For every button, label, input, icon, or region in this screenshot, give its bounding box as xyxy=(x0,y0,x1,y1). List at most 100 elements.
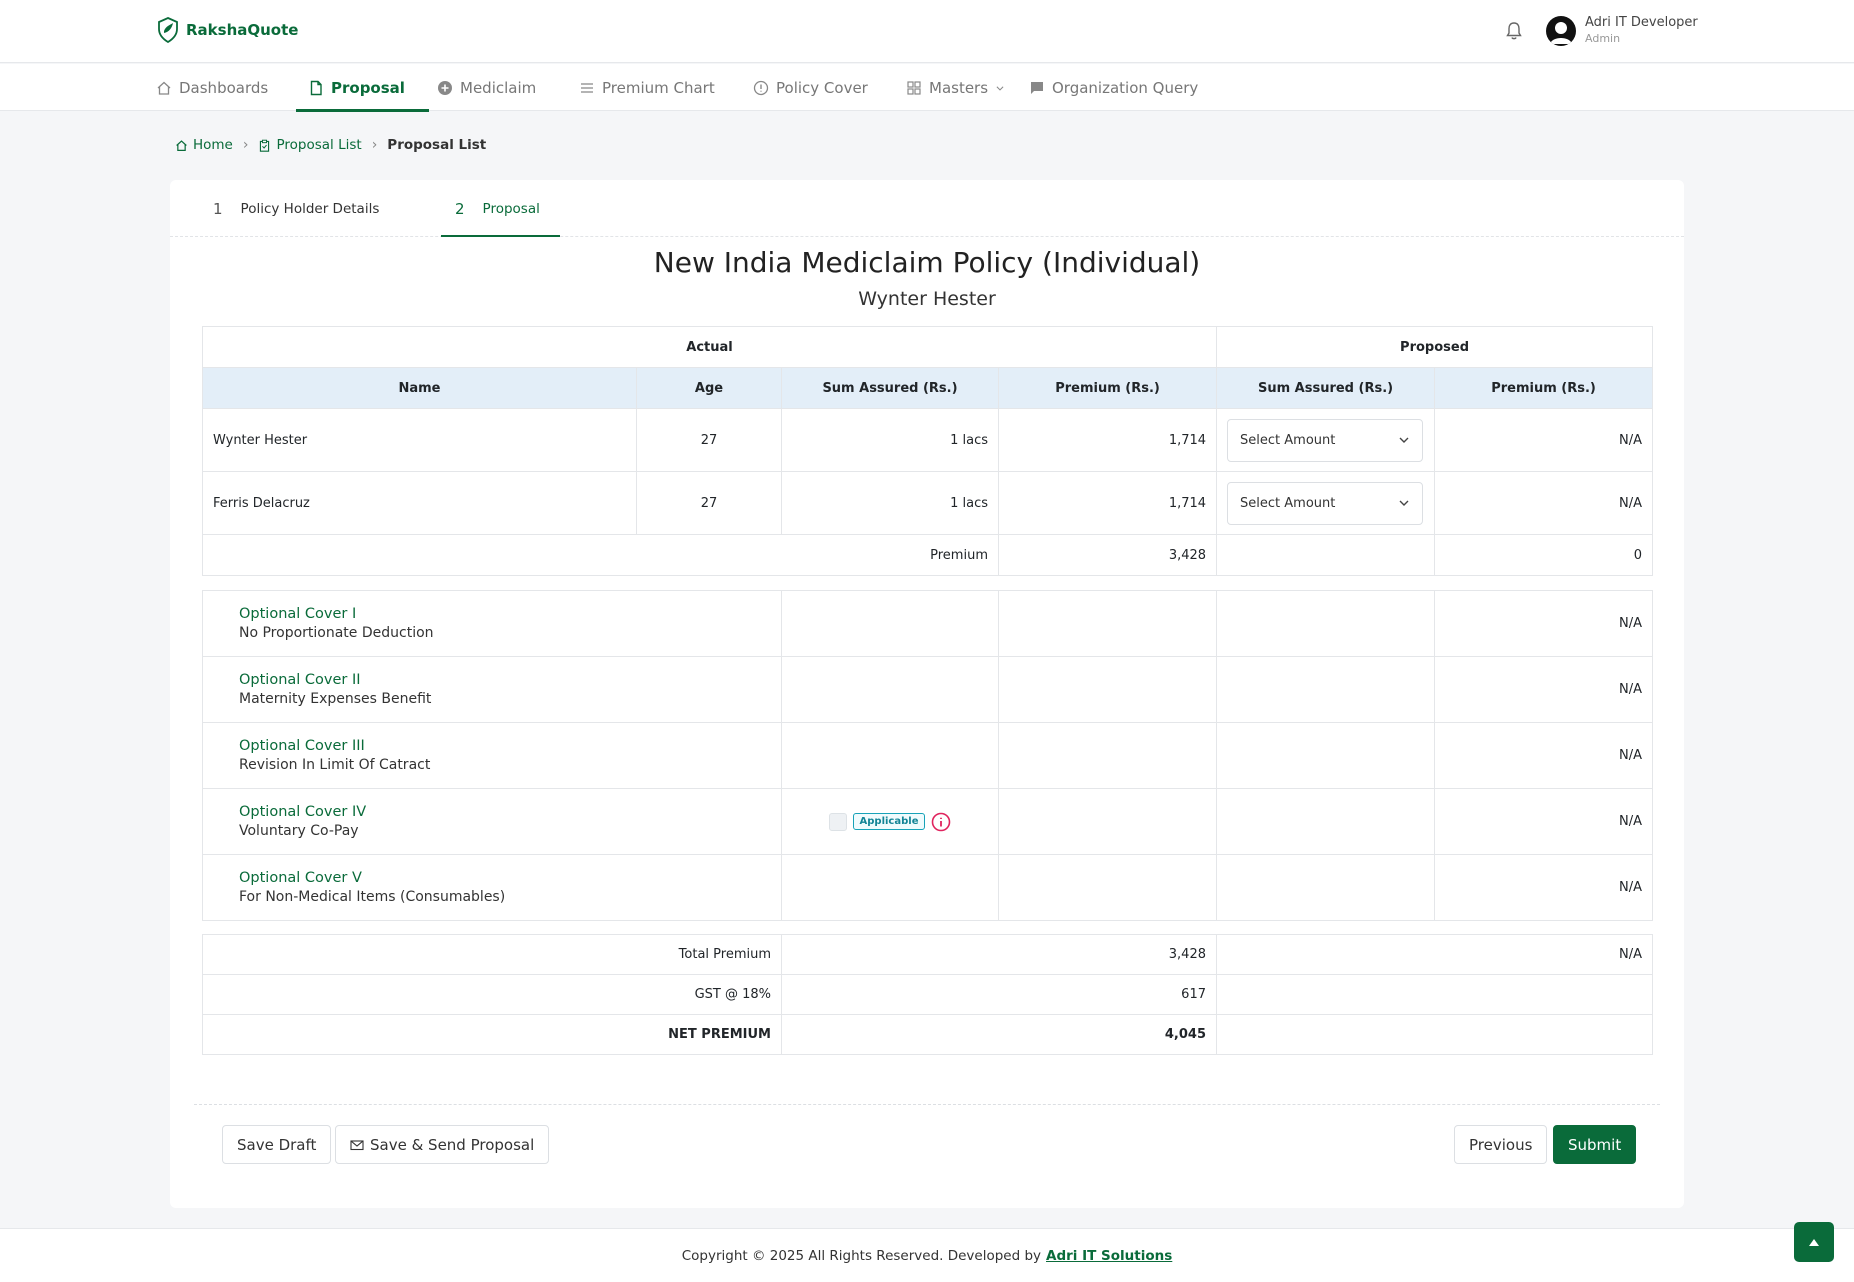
cell-proposed-premium: N/A xyxy=(1434,408,1654,472)
chevron-right-icon: › xyxy=(371,137,378,153)
info-icon[interactable] xyxy=(931,812,951,832)
group-header-proposed: Proposed xyxy=(1216,326,1654,368)
nav-premium-chart[interactable]: Premium Chart xyxy=(579,64,715,111)
cell-age: 27 xyxy=(636,408,782,472)
gst-label: GST @ 18% xyxy=(202,974,782,1015)
cell-premium: 1,714 xyxy=(997,408,1218,472)
cover-name: Optional Cover I xyxy=(239,606,357,622)
cover-value: N/A xyxy=(1434,590,1653,657)
applicable-badge: Applicable xyxy=(852,813,926,830)
total-premium-label: Total Premium xyxy=(202,934,782,975)
nav-proposal[interactable]: Proposal xyxy=(296,64,429,112)
premium-summary-row: Premium 3,428 0 xyxy=(202,534,1654,576)
nav-policy-cover[interactable]: Policy Cover xyxy=(753,64,868,111)
developer-link[interactable]: Adri IT Solutions xyxy=(1046,1248,1172,1264)
nav-masters[interactable]: Masters xyxy=(906,64,1005,111)
cover-row: Optional Cover V For Non-Medical Items (… xyxy=(202,854,1653,921)
group-header-actual: Actual xyxy=(201,326,1218,368)
menu-lines-icon xyxy=(581,82,593,93)
nav-dashboards[interactable]: Dashboards xyxy=(156,64,268,111)
totals-table: Total Premium 3,428 N/A GST @ 18% 617 NE… xyxy=(202,934,1653,1055)
plus-circle-icon xyxy=(438,80,452,95)
main-nav: Dashboards Proposal Mediclaim Premium Ch… xyxy=(0,64,1854,112)
cell-name: Ferris Delacruz xyxy=(202,471,637,535)
chevron-right-icon: › xyxy=(242,137,249,153)
column-header-age: Age xyxy=(636,367,782,409)
cover-row: Optional Cover II Maternity Expenses Ben… xyxy=(202,656,1653,723)
divider xyxy=(194,1104,1660,1105)
user-role: Admin xyxy=(1585,32,1621,45)
alert-circle-icon xyxy=(753,80,769,95)
cover-description: Maternity Expenses Benefit xyxy=(239,691,432,707)
column-header-sum-assured: Sum Assured (Rs.) xyxy=(781,367,999,409)
cell-proposed-premium: N/A xyxy=(1434,471,1654,535)
gst-actual: 617 xyxy=(781,974,1217,1015)
column-header-proposed-sum-assured: Sum Assured (Rs.) xyxy=(1216,367,1436,409)
breadcrumb-home[interactable]: Home xyxy=(175,137,233,153)
proposal-card: 1 Policy Holder Details 2 Proposal New I… xyxy=(170,180,1684,1208)
chat-icon xyxy=(1031,81,1043,94)
applicable-checkbox[interactable] xyxy=(828,812,847,831)
optional-covers-table: Optional Cover I No Proportionate Deduct… xyxy=(202,590,1653,921)
home-icon xyxy=(157,81,171,95)
chevron-down-icon xyxy=(996,85,1004,91)
nav-organization-query[interactable]: Organization Query xyxy=(1029,64,1198,111)
total-premium-actual: 3,428 xyxy=(781,934,1217,975)
shield-leaf-icon xyxy=(158,17,178,43)
select-amount-dropdown[interactable]: Select Amount xyxy=(1227,418,1424,462)
cover-name: Optional Cover IV xyxy=(239,804,367,820)
breadcrumb: Home › Proposal List › Proposal List xyxy=(175,137,486,153)
step-policy-holder-details[interactable]: 1 Policy Holder Details xyxy=(213,180,379,237)
nav-mediclaim[interactable]: Mediclaim xyxy=(437,64,536,111)
copyright-text: Copyright © 2025 All Rights Reserved. De… xyxy=(681,1247,1042,1264)
table-row: Ferris Delacruz 27 1 lacs 1,714 Select A… xyxy=(202,471,1654,535)
submit-button[interactable]: Submit xyxy=(1553,1125,1637,1164)
cell-age: 27 xyxy=(636,471,782,535)
user-name[interactable]: Adri IT Developer xyxy=(1585,15,1698,30)
stepper: 1 Policy Holder Details 2 Proposal xyxy=(170,180,1684,237)
premium-proposed: 0 xyxy=(1434,534,1654,576)
cover-name: Optional Cover III xyxy=(239,738,365,754)
chevron-down-icon xyxy=(1399,437,1409,443)
cover-description: Voluntary Co-Pay xyxy=(239,823,359,839)
cover-value: N/A xyxy=(1434,722,1653,789)
chevron-down-icon xyxy=(1399,500,1409,506)
bell-icon[interactable] xyxy=(1504,21,1524,41)
user-icon xyxy=(1550,22,1572,44)
cover-value: N/A xyxy=(1434,854,1653,921)
cover-row: Optional Cover III Revision In Limit Of … xyxy=(202,722,1653,789)
grid-icon xyxy=(907,80,921,95)
policy-holder-name: Wynter Hester xyxy=(858,288,996,310)
premium-actual: 3,428 xyxy=(997,534,1218,576)
net-premium-actual: 4,045 xyxy=(781,1014,1217,1055)
brand-name: RakshaQuote xyxy=(186,21,299,39)
brand-logo[interactable]: RakshaQuote xyxy=(156,17,298,43)
arrow-up-icon xyxy=(1809,1239,1819,1246)
cover-name: Optional Cover II xyxy=(239,672,361,688)
total-premium-row: Total Premium 3,428 N/A xyxy=(202,934,1653,975)
cover-row: Optional Cover I No Proportionate Deduct… xyxy=(202,590,1653,657)
scroll-to-top-button[interactable] xyxy=(1794,1222,1834,1262)
cell-premium: 1,714 xyxy=(997,471,1218,535)
select-amount-dropdown[interactable]: Select Amount xyxy=(1227,481,1424,525)
cell-sum-assured: 1 lacs xyxy=(781,408,999,472)
cover-description: Revision In Limit Of Catract xyxy=(239,757,431,773)
document-icon xyxy=(310,80,322,95)
cell-name: Wynter Hester xyxy=(202,408,637,472)
previous-button[interactable]: Previous xyxy=(1454,1125,1548,1164)
breadcrumb-current: Proposal List xyxy=(387,137,487,153)
table-row: Wynter Hester 27 1 lacs 1,714 Select Amo… xyxy=(202,408,1654,472)
save-send-proposal-button[interactable]: Save & Send Proposal xyxy=(335,1125,550,1164)
avatar[interactable] xyxy=(1546,16,1576,46)
total-premium-proposed: N/A xyxy=(1216,934,1653,975)
cover-description: No Proportionate Deduction xyxy=(239,625,434,641)
breadcrumb-proposal-list[interactable]: Proposal List xyxy=(258,137,362,153)
step-proposal[interactable]: 2 Proposal xyxy=(441,180,560,237)
cover-name: Optional Cover V xyxy=(239,870,362,886)
cell-sum-assured: 1 lacs xyxy=(781,471,999,535)
page-title: New India Mediclaim Policy (Individual) xyxy=(653,246,1201,279)
home-icon xyxy=(176,139,187,151)
save-draft-button[interactable]: Save Draft xyxy=(222,1125,332,1164)
cover-row: Optional Cover IV Voluntary Co-Pay Appli… xyxy=(202,788,1653,855)
gst-row: GST @ 18% 617 xyxy=(202,974,1653,1015)
